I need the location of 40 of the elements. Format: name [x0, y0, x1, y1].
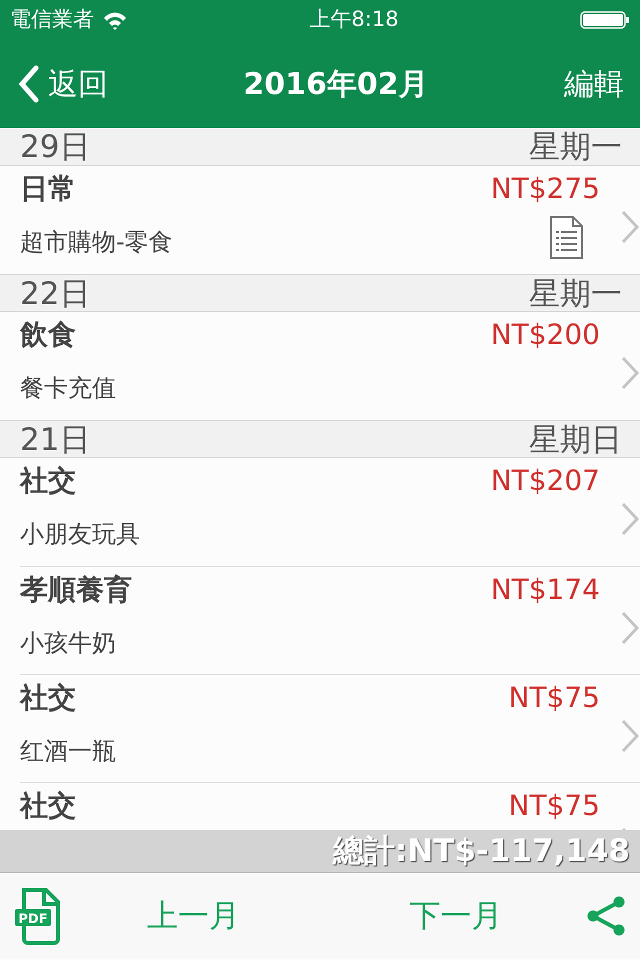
entry-category: 日常	[20, 171, 76, 207]
section-weekday: 星期一	[529, 275, 622, 311]
entry-amount: NT$200	[490, 317, 600, 353]
entry-amount: NT$207	[490, 463, 600, 499]
entry-category: 飲食	[20, 317, 76, 353]
entry-note: 小孩牛奶	[20, 628, 116, 659]
entry-note: 小朋友玩具	[20, 519, 140, 550]
entry-note: 红酒一瓶	[20, 736, 116, 767]
back-button[interactable]: 返回	[16, 62, 108, 106]
entry-category: 社交	[20, 463, 76, 499]
entry-note: 超市購物-零食	[20, 227, 173, 258]
section-weekday: 星期一	[529, 128, 622, 165]
entry-category: 孝順養育	[20, 572, 132, 608]
entry-amount: NT$75	[508, 680, 600, 716]
wifi-icon	[102, 10, 128, 30]
section-date: 29日	[20, 128, 90, 165]
edit-button[interactable]: 編輯	[564, 62, 624, 106]
page-title: 2016年02月	[243, 66, 429, 104]
battery-icon	[580, 11, 630, 29]
status-time: 上午8:18	[309, 6, 399, 34]
section-date: 22日	[20, 275, 90, 311]
carrier-label: 電信業者	[10, 6, 94, 34]
entry-category: 社交	[20, 788, 76, 824]
entry-amount: NT$275	[490, 171, 600, 207]
chevron-icon[interactable]	[620, 502, 640, 536]
chevron-icon[interactable]	[620, 356, 640, 390]
section-date: 21日	[20, 421, 90, 457]
next-month-button[interactable]: 下一月	[409, 892, 502, 940]
back-chevron-icon	[16, 64, 40, 104]
entry-category: 社交	[20, 680, 76, 716]
total-amount: 總計:NT$-117,148	[332, 833, 630, 869]
chevron-icon[interactable]	[620, 719, 640, 753]
entry-amount: NT$75	[508, 788, 600, 824]
share-icon[interactable]	[587, 896, 626, 936]
entry-note: 餐卡充值	[20, 373, 116, 404]
entry-amount: NT$174	[490, 572, 600, 608]
chevron-icon[interactable]	[620, 210, 640, 244]
section-weekday: 星期日	[529, 421, 622, 457]
previous-month-button[interactable]: 上一月	[146, 892, 240, 940]
chevron-icon[interactable]	[620, 611, 640, 645]
